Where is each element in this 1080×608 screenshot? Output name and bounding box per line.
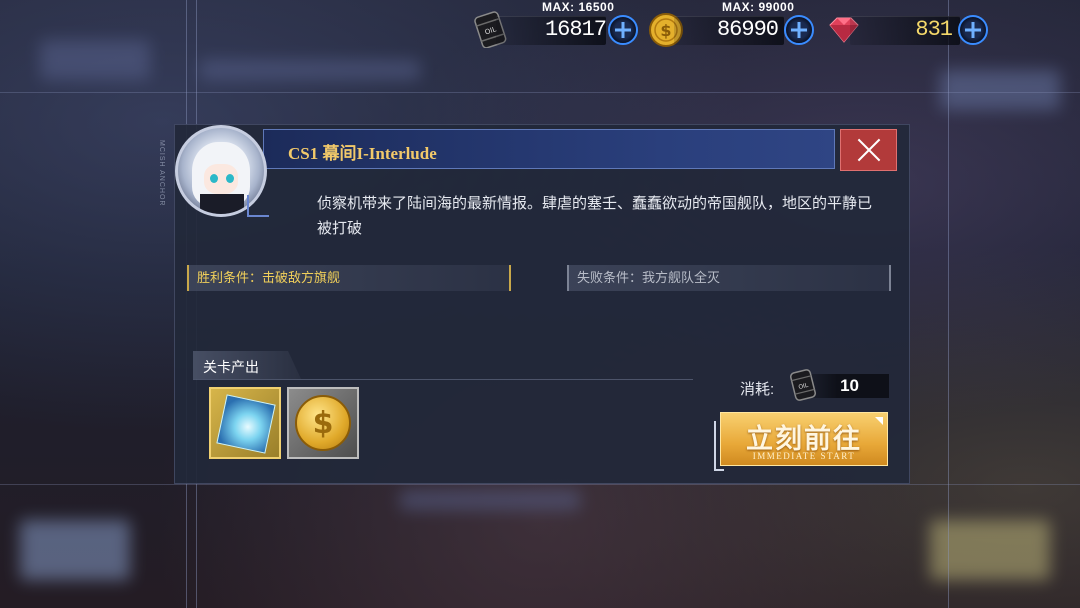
avatar-body <box>200 194 244 214</box>
bg-blur-block <box>200 60 420 80</box>
side-decoration-text: MCISH ANCHOR <box>158 140 165 207</box>
win-condition: 胜利条件：击破敌方旗舰 <box>187 265 511 291</box>
start-button-sublabel: IMMEDIATE START <box>752 451 856 461</box>
svg-text:$: $ <box>660 21 671 40</box>
drops-header: 关卡产出 <box>193 351 301 379</box>
drop-item-coin[interactable] <box>287 387 359 459</box>
gem-resource: 831 <box>824 0 994 48</box>
stage-info-panel: CS1 幕间I-Interlude 侦察机带来了陆间海的最新情报。肆虐的塞壬、蠢… <box>174 124 910 484</box>
gold-value: 86990 <box>716 17 779 42</box>
gold-coin-icon <box>295 395 351 451</box>
immediate-start-button[interactable]: 立刻前往 IMMEDIATE START <box>720 412 888 466</box>
oil-value: 16817 <box>544 17 607 42</box>
cost-box: OIL 10 <box>790 369 889 401</box>
drops-label: 关卡产出 <box>203 359 259 375</box>
add-gem-button[interactable] <box>958 15 988 45</box>
cost-value: 10 <box>840 376 859 395</box>
oil-barrel-icon: OIL <box>790 369 816 401</box>
oil-resource: OIL MAX: 16500 16817 <box>470 0 640 48</box>
avatar-eye <box>210 174 218 183</box>
stage-title: CS1 幕间I-Interlude <box>288 144 437 163</box>
bg-blur-block <box>940 70 1060 110</box>
gold-max-label: MAX: 99000 <box>722 0 795 14</box>
gem-value: 831 <box>915 17 953 42</box>
cost-label: 消耗: <box>740 381 775 398</box>
avatar-eye <box>226 174 234 183</box>
stage-description: 侦察机带来了陆间海的最新情报。肆虐的塞壬、蠢蠢欲动的帝国舰队，地区的平静已被打破 <box>317 195 873 237</box>
bg-grid-line <box>0 484 1080 485</box>
close-button[interactable] <box>840 129 897 171</box>
avatar-corner-decoration <box>247 195 269 217</box>
bg-blur-block <box>40 40 150 80</box>
oil-max-label: MAX: 16500 <box>542 0 615 14</box>
bg-grid-line <box>0 92 1080 93</box>
bg-blur-block <box>400 490 580 510</box>
drop-item-cube[interactable] <box>209 387 281 459</box>
add-oil-button[interactable] <box>608 15 638 45</box>
title-bar: CS1 幕间I-Interlude <box>263 129 835 169</box>
add-gold-button[interactable] <box>784 15 814 45</box>
blue-cube-icon <box>216 394 276 454</box>
bg-blur-block <box>20 520 130 580</box>
gold-resource: $ MAX: 99000 86990 <box>648 0 818 48</box>
drops-divider <box>193 379 693 380</box>
lose-condition: 失败条件：我方舰队全灭 <box>567 265 891 291</box>
